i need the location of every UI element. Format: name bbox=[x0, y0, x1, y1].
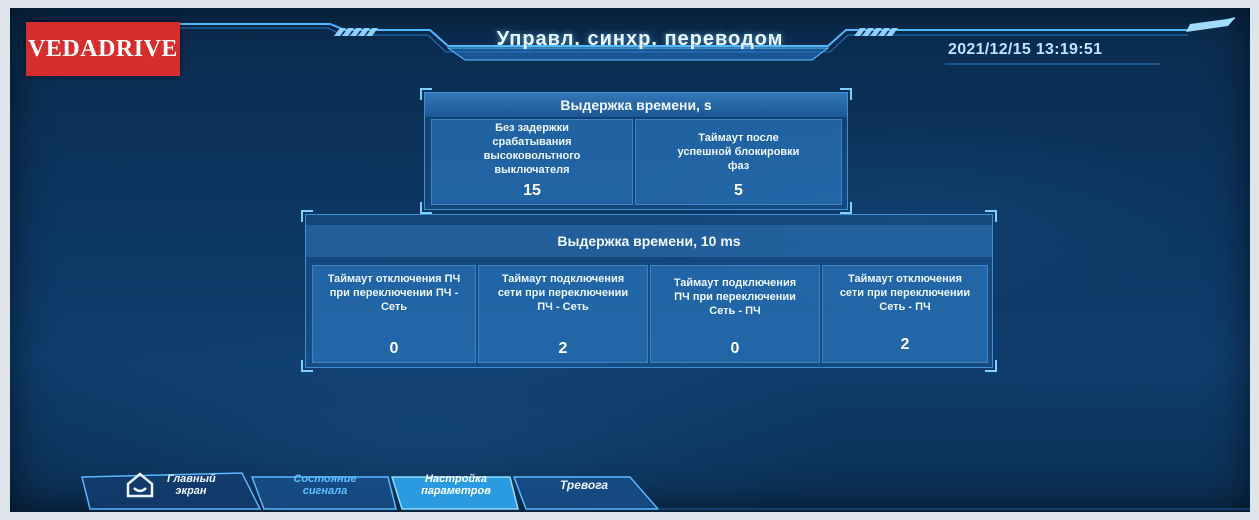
tab-main-screen-label: Главный экран bbox=[167, 473, 216, 497]
panel-corner bbox=[420, 88, 432, 100]
tab-parameter-settings-label: Настройка параметров bbox=[421, 473, 491, 497]
hv-breaker-delay-field[interactable]: Без задержки срабатывания высоковольтног… bbox=[431, 119, 633, 205]
vfd-off-timeout-field[interactable]: Таймаут отключения ПЧ при переключении П… bbox=[312, 265, 476, 363]
tab-alarm[interactable]: Тревога bbox=[524, 465, 644, 505]
grid-on-timeout-field[interactable]: Таймаут подключения сети при переключени… bbox=[478, 265, 648, 363]
tab-signal-state-label: Состояние сигнала bbox=[293, 473, 357, 497]
hv-breaker-delay-value: 15 bbox=[523, 182, 541, 199]
vfd-on-timeout-field[interactable]: Таймаут подключения ПЧ при переключении … bbox=[650, 265, 820, 363]
grid-off-timeout-label: Таймаут отключения сети при переключении… bbox=[839, 273, 971, 313]
brand-logo: VEDADRIVE bbox=[26, 22, 180, 76]
panel-corner bbox=[420, 202, 432, 214]
delay-10ms-title: Выдержка времени, 10 ms bbox=[306, 225, 992, 257]
grid-off-timeout-value: 2 bbox=[900, 336, 910, 353]
grid-on-timeout-label: Таймаут подключения сети при переключени… bbox=[497, 273, 629, 313]
tab-main-screen[interactable]: Главный экран bbox=[90, 465, 250, 505]
phase-lock-timeout-field[interactable]: Таймаут после успешной блокировки фаз 5 bbox=[635, 119, 842, 205]
panel-corner bbox=[301, 210, 313, 222]
tab-alarm-label: Тревога bbox=[559, 478, 609, 492]
date-time-display: 2021/12/15 13:19:51 bbox=[948, 41, 1103, 58]
page-title: Управл. синхр. переводом bbox=[496, 28, 784, 50]
bottom-navigation: Главный экран Состояние сигнала Настройк… bbox=[10, 463, 1250, 512]
panel-corner bbox=[985, 210, 997, 222]
vfd-off-timeout-label: Таймаут отключения ПЧ при переключении П… bbox=[327, 273, 461, 313]
delay-seconds-panel: Выдержка времени, s Без задержки срабаты… bbox=[424, 92, 848, 210]
hmi-screen: VEDADRIVE Управл. синхр. переводом 2021/… bbox=[10, 8, 1250, 512]
panel-corner bbox=[840, 202, 852, 214]
tab-parameter-settings[interactable]: Настройка параметров bbox=[400, 465, 512, 505]
delay-seconds-title: Выдержка времени, s bbox=[425, 93, 847, 117]
home-icon bbox=[126, 472, 154, 498]
panel-corner bbox=[985, 360, 997, 372]
tab-signal-state[interactable]: Состояние сигнала bbox=[264, 465, 386, 505]
vfd-on-timeout-label: Таймаут подключения ПЧ при переключении … bbox=[673, 277, 797, 317]
hv-breaker-delay-label: Без задержки срабатывания высоковольтног… bbox=[483, 122, 581, 176]
vfd-on-timeout-value: 0 bbox=[730, 340, 740, 357]
panel-corner bbox=[301, 360, 313, 372]
grid-off-timeout-field[interactable]: Таймаут отключения сети при переключении… bbox=[822, 265, 988, 363]
grid-on-timeout-value: 2 bbox=[558, 340, 568, 357]
vfd-off-timeout-value: 0 bbox=[389, 340, 399, 357]
panel-corner bbox=[840, 88, 852, 100]
phase-lock-timeout-value: 5 bbox=[734, 182, 743, 199]
phase-lock-timeout-label: Таймаут после успешной блокировки фаз bbox=[677, 132, 800, 172]
delay-10ms-panel: Выдержка времени, 10 ms Таймаут отключен… bbox=[305, 214, 993, 368]
